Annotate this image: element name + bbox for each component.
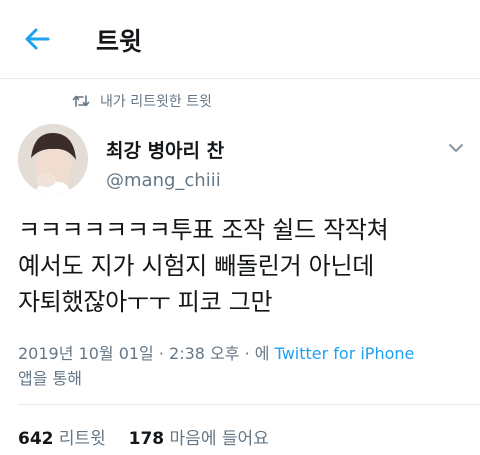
like-count-label[interactable]: 마음에 들어요	[170, 429, 269, 449]
chevron-down-icon[interactable]	[446, 138, 466, 158]
avatar-image	[18, 124, 88, 194]
top-bar: 트윗	[0, 0, 480, 79]
avatar[interactable]	[18, 124, 88, 194]
tweet-timestamp: 2019년 10월 01일 · 2:38 오후 · 에	[18, 344, 270, 363]
page-title: 트윗	[96, 27, 143, 56]
like-count[interactable]: 178	[129, 429, 165, 449]
retweet-context: 내가 리트윗한 트윗	[72, 90, 212, 112]
tweet-source-link[interactable]: Twitter for iPhone	[275, 344, 415, 363]
retweet-label: 내가 리트윗한 트윗	[100, 94, 212, 110]
retweet-count[interactable]: 642	[18, 429, 54, 449]
author-name[interactable]: 최강 병아리 찬	[106, 136, 224, 163]
divider	[18, 404, 480, 405]
tweet-meta: 2019년 10월 01일 · 2:38 오후 · 에 Twitter for …	[18, 341, 478, 391]
tweet-text: ㅋㅋㅋㅋㅋㅋㅋ투표 조작 쉴드 작작쳐 예서도 지가 시험지 빼돌린거 아닌데 …	[18, 216, 389, 316]
author-handle[interactable]: @mang_chiii	[106, 170, 221, 191]
tweet-stats: 642 리트윗 178 마음에 들어요	[18, 424, 269, 449]
tweet-source-suffix: 앱을 통해	[18, 369, 82, 388]
retweet-count-label[interactable]: 리트윗	[59, 429, 106, 449]
arrow-left-icon[interactable]	[22, 24, 52, 54]
retweet-icon	[72, 95, 90, 107]
